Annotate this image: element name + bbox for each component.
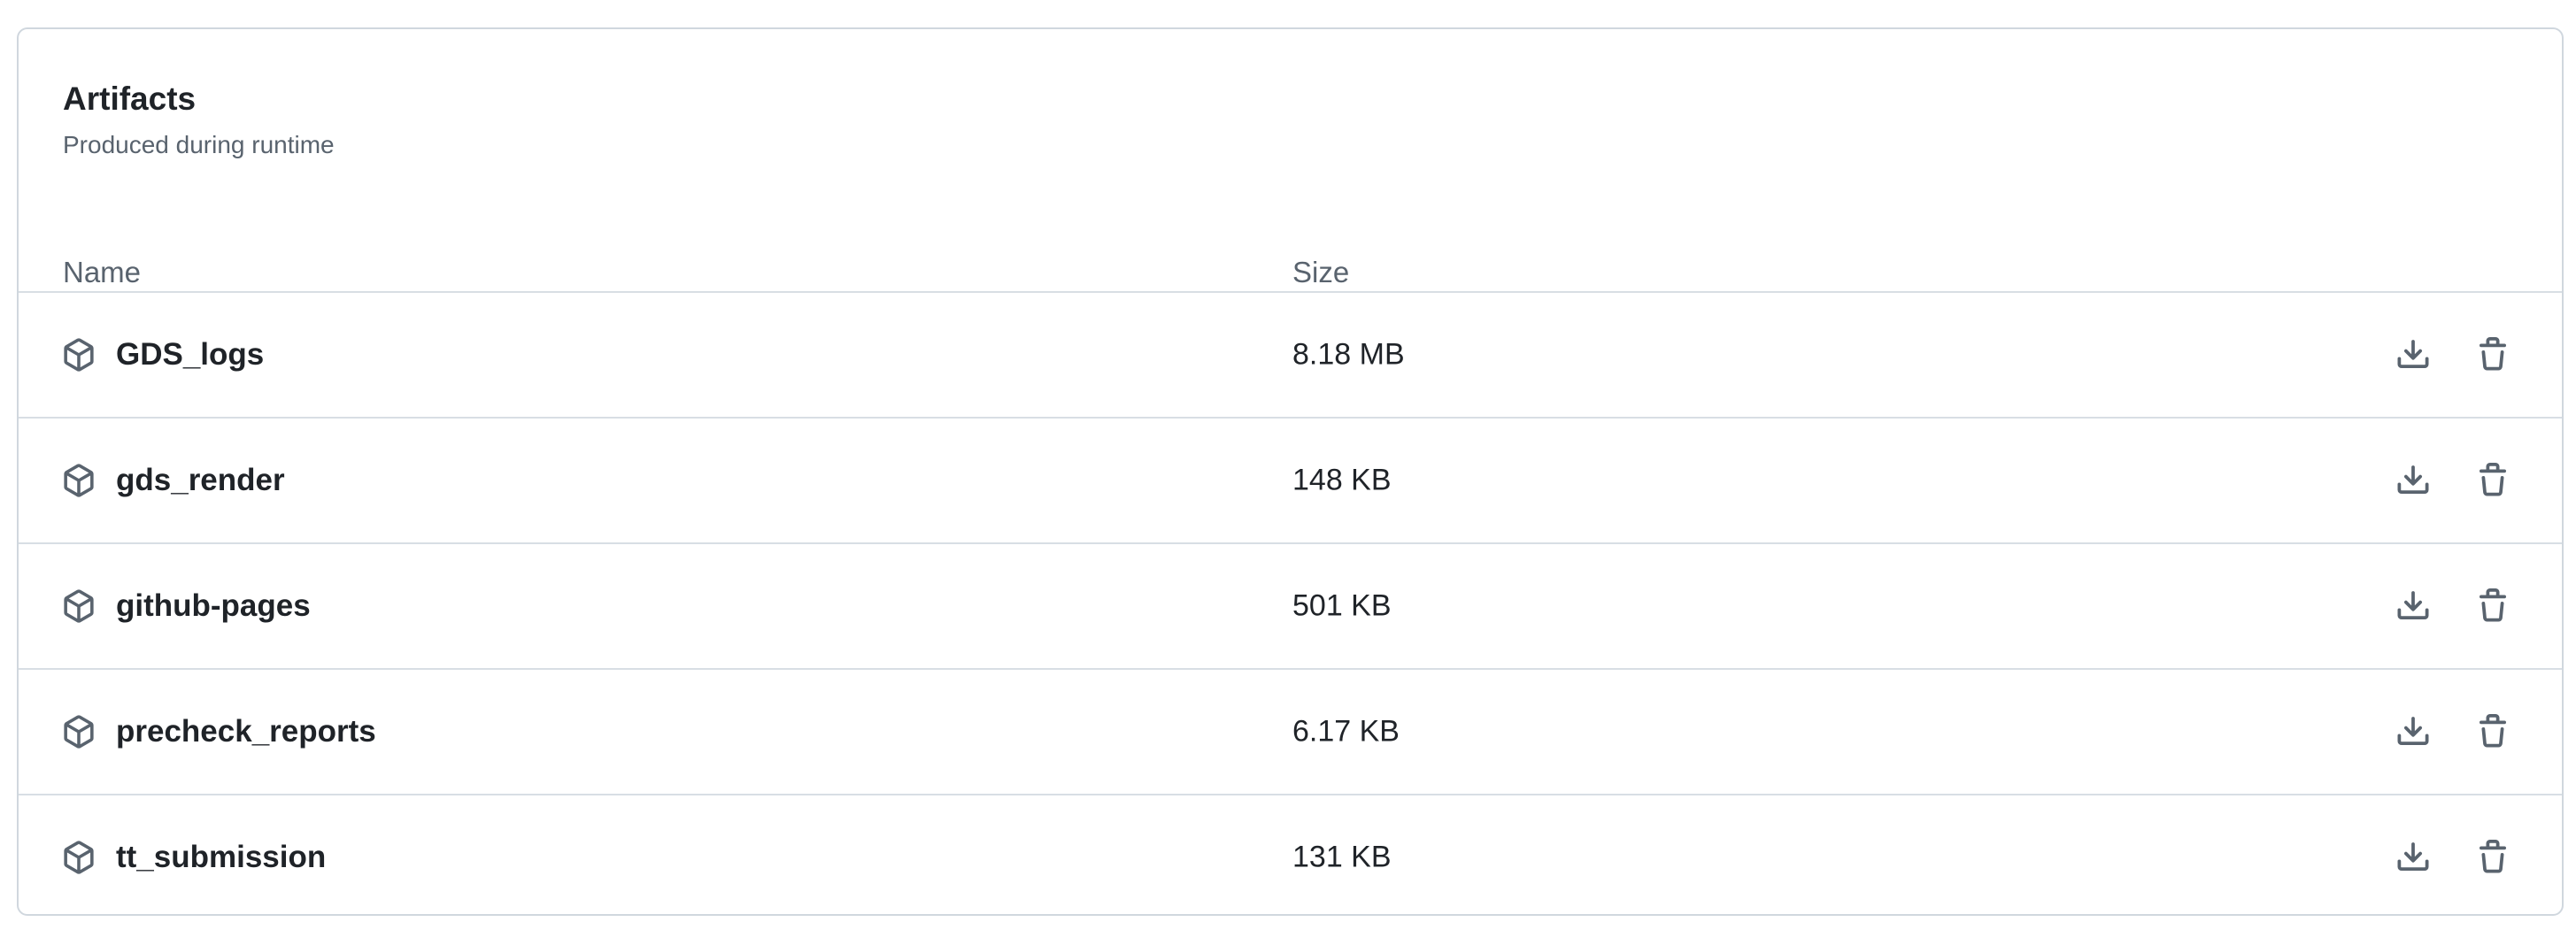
artifact-size: 6.17 KB — [1292, 714, 1400, 749]
trash-icon — [2480, 714, 2506, 748]
artifacts-header: Artifacts Produced during runtime — [63, 82, 335, 158]
delete-button[interactable] — [2466, 705, 2519, 758]
download-icon — [2397, 842, 2429, 871]
artifacts-subtitle: Produced during runtime — [63, 131, 335, 158]
artifact-name[interactable]: GDS_logs — [116, 337, 264, 373]
artifact-name[interactable]: gds_render — [116, 463, 285, 498]
artifact-row: github-pages 501 KB — [19, 542, 2562, 668]
trash-icon — [2480, 463, 2506, 496]
column-header-name: Name — [63, 256, 142, 288]
download-button[interactable] — [2387, 328, 2440, 381]
package-icon — [61, 588, 96, 624]
delete-button[interactable] — [2466, 454, 2519, 507]
trash-icon — [2480, 337, 2506, 371]
download-icon — [2397, 340, 2429, 368]
artifact-name[interactable]: tt_submission — [116, 840, 326, 875]
artifact-row: GDS_logs 8.18 MB — [19, 291, 2562, 417]
column-header-size: Size — [1292, 256, 1350, 288]
artifact-size: 131 KB — [1292, 840, 1392, 874]
artifact-size: 501 KB — [1292, 588, 1392, 623]
download-icon — [2397, 591, 2429, 619]
artifacts-title: Artifacts — [63, 81, 197, 117]
artifact-name[interactable]: precheck_reports — [116, 714, 376, 749]
download-button[interactable] — [2387, 705, 2440, 758]
artifacts-list: GDS_logs 8.18 MB gds_render 148 KB githu… — [19, 291, 2562, 914]
package-icon — [61, 840, 96, 875]
trash-icon — [2480, 840, 2506, 873]
artifacts-panel: Artifacts Produced during runtime Name S… — [17, 27, 2564, 916]
artifact-size: 148 KB — [1292, 463, 1392, 497]
download-button[interactable] — [2387, 831, 2440, 884]
delete-button[interactable] — [2466, 831, 2519, 884]
artifact-size: 8.18 MB — [1292, 337, 1405, 372]
download-button[interactable] — [2387, 454, 2440, 507]
artifact-name[interactable]: github-pages — [116, 588, 311, 624]
table-header: Name Size — [19, 226, 2562, 289]
package-icon — [61, 337, 96, 373]
delete-button[interactable] — [2466, 580, 2519, 633]
download-button[interactable] — [2387, 580, 2440, 633]
download-icon — [2397, 465, 2429, 494]
download-icon — [2397, 717, 2429, 745]
artifact-row: gds_render 148 KB — [19, 417, 2562, 542]
delete-button[interactable] — [2466, 328, 2519, 381]
artifact-row: tt_submission 131 KB — [19, 794, 2562, 914]
artifact-row: precheck_reports 6.17 KB — [19, 668, 2562, 794]
package-icon — [61, 463, 96, 498]
trash-icon — [2480, 588, 2506, 622]
package-icon — [61, 714, 96, 749]
